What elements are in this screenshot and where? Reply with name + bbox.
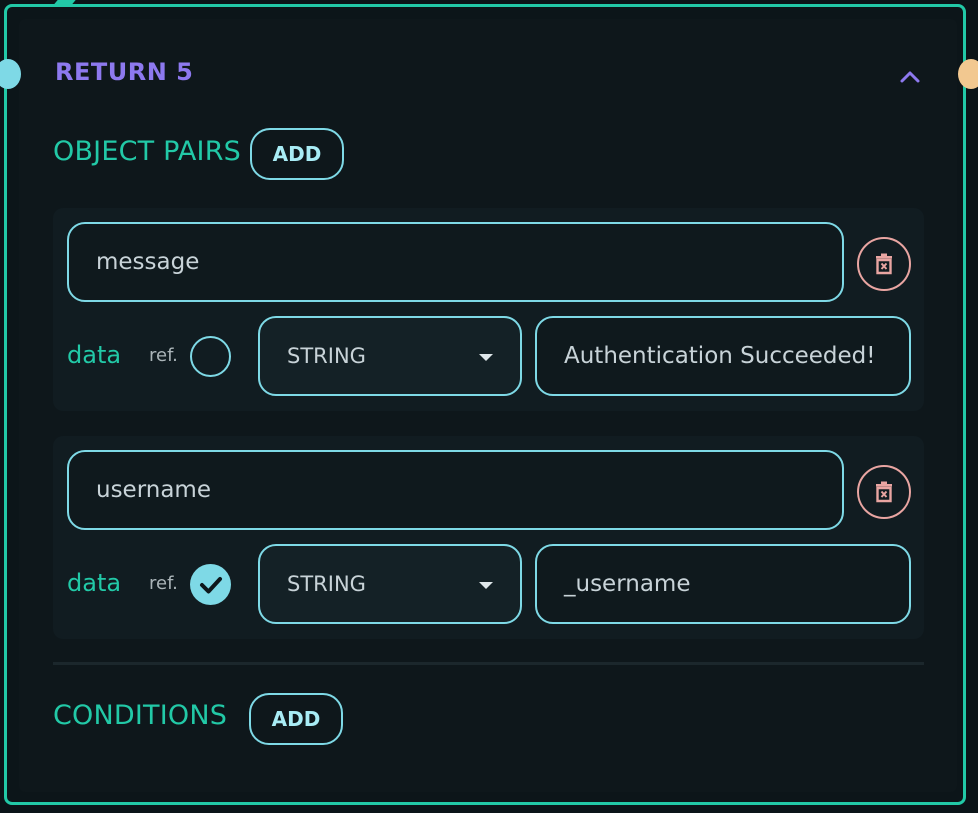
pair-value-input[interactable]: Authentication Succeeded! <box>535 316 911 396</box>
pair-data-label: data <box>67 341 122 369</box>
node-title: RETURN 5 <box>55 58 194 86</box>
ref-checkbox[interactable] <box>190 336 231 377</box>
pair-type-select[interactable]: STRING <box>258 316 522 396</box>
chevron-up-icon <box>900 71 920 83</box>
pair-key-input[interactable]: username <box>67 450 844 530</box>
pair-value-input[interactable]: _username <box>535 544 911 624</box>
pair-key-input[interactable]: message <box>67 222 844 302</box>
pair-ref-label: ref. <box>149 345 178 366</box>
add-condition-button[interactable]: ADD <box>249 693 343 745</box>
pair-ref-label: ref. <box>149 573 178 594</box>
object-pairs-label: OBJECT PAIRS <box>53 136 242 167</box>
object-pair-card: message data ref. STRING Authentication … <box>53 208 924 411</box>
section-divider <box>53 662 924 665</box>
trash-icon <box>876 481 892 503</box>
check-icon <box>199 576 222 593</box>
caret-down-icon <box>479 582 493 589</box>
pair-data-label: data <box>67 569 122 597</box>
add-object-pair-button[interactable]: ADD <box>250 128 344 180</box>
object-pair-card: username data ref. STRING _username <box>53 436 924 639</box>
pair-type-value: STRING <box>287 344 366 368</box>
delete-pair-button[interactable] <box>857 237 911 291</box>
ref-checkbox[interactable] <box>190 564 231 605</box>
caret-down-icon <box>479 354 493 361</box>
conditions-label: CONDITIONS <box>53 700 228 731</box>
delete-pair-button[interactable] <box>857 465 911 519</box>
trash-icon <box>876 253 892 275</box>
output-handle[interactable] <box>958 59 978 89</box>
frame-accent <box>54 0 76 4</box>
pair-type-select[interactable]: STRING <box>258 544 522 624</box>
collapse-button[interactable] <box>895 62 925 92</box>
pair-type-value: STRING <box>287 572 366 596</box>
